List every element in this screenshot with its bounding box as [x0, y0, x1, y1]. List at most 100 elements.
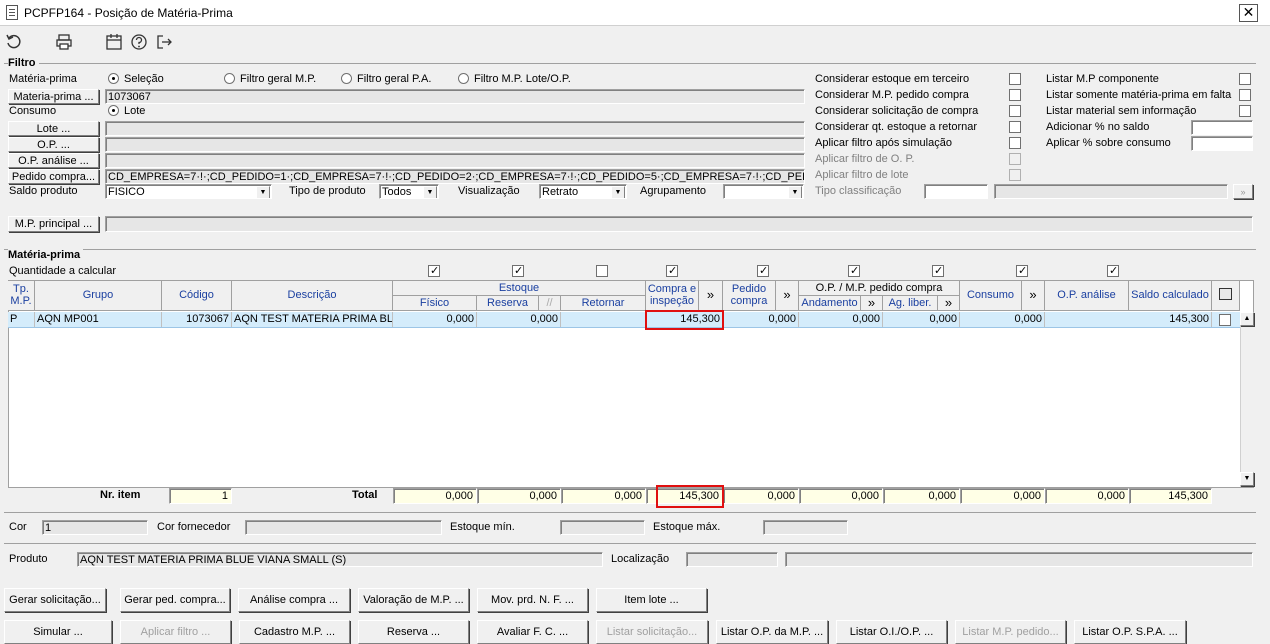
- aplicar-consumo-input[interactable]: [1191, 136, 1253, 151]
- mp-principal-field[interactable]: [105, 216, 1253, 232]
- calc-pedido-checkbox[interactable]: [757, 264, 769, 277]
- materia-prima-field[interactable]: 1073067: [105, 89, 805, 104]
- tipo-classificacao-code-field[interactable]: [924, 184, 988, 199]
- calendar-icon[interactable]: [104, 33, 124, 53]
- aplicar-filtro-button[interactable]: Aplicar filtro ...: [120, 620, 231, 644]
- col-compra-inspecao[interactable]: Compra e inspeção: [646, 281, 699, 311]
- avaliar-fc-button[interactable]: Avaliar F. C. ...: [477, 620, 588, 644]
- row-grupo[interactable]: AQN MP001: [35, 312, 162, 327]
- radio-selecao[interactable]: [108, 73, 119, 84]
- col-op-analise[interactable]: O.P. análise: [1045, 281, 1129, 311]
- chevron-down-icon[interactable]: ▼: [611, 186, 625, 198]
- gerar-ped-compra-button[interactable]: Gerar ped. compra...: [120, 588, 230, 612]
- col-select-all[interactable]: [1212, 281, 1240, 311]
- listar-op-spa-button[interactable]: Listar O.P. S.P.A. ...: [1074, 620, 1186, 644]
- row-ag-liber[interactable]: 0,000: [883, 312, 960, 327]
- op-button[interactable]: O.P. ...: [8, 137, 99, 152]
- col-andamento-expand[interactable]: »: [861, 296, 883, 311]
- calc-consumo-checkbox[interactable]: [1016, 264, 1028, 277]
- tipo-produto-select[interactable]: Todos ▼: [379, 184, 439, 199]
- col-descricao[interactable]: Descrição: [232, 281, 393, 311]
- chevron-down-icon[interactable]: ▼: [256, 186, 270, 198]
- refresh-icon[interactable]: [4, 33, 24, 53]
- opt-listar-mp-componente-checkbox[interactable]: [1239, 73, 1251, 85]
- col-fisico[interactable]: Físico: [393, 296, 477, 311]
- listar-oi-op-button[interactable]: Listar O.I./O.P. ...: [836, 620, 947, 644]
- radio-filtro-geral-pa[interactable]: [341, 73, 352, 84]
- col-reserva[interactable]: Reserva: [477, 296, 539, 311]
- calc-fisico-checkbox[interactable]: [428, 264, 440, 277]
- select-all-icon[interactable]: [1219, 288, 1232, 300]
- op-analise-field[interactable]: [105, 153, 805, 168]
- calc-op-analise-checkbox[interactable]: [1107, 264, 1119, 277]
- materia-prima-button[interactable]: Materia-prima ...: [8, 89, 99, 104]
- analise-compra-button[interactable]: Análise compra ...: [238, 588, 350, 612]
- col-pedido-compra[interactable]: Pedido compra: [723, 281, 776, 311]
- row-tp-mp[interactable]: P: [8, 312, 35, 327]
- col-compra-expand[interactable]: »: [699, 281, 723, 311]
- opt-solicitacao-compra-checkbox[interactable]: [1009, 105, 1021, 117]
- radio-filtro-geral-mp[interactable]: [224, 73, 235, 84]
- col-grupo[interactable]: Grupo: [35, 281, 162, 311]
- close-button[interactable]: ✕: [1239, 4, 1258, 22]
- row-pedido-compra[interactable]: 0,000: [723, 312, 799, 327]
- saldo-produto-select[interactable]: FISICO ▼: [105, 184, 272, 199]
- col-ag-liber-expand[interactable]: »: [938, 296, 960, 311]
- exit-icon[interactable]: [154, 33, 174, 53]
- col-codigo[interactable]: Código: [162, 281, 232, 311]
- radio-lote[interactable]: [108, 105, 119, 116]
- calc-compra-checkbox[interactable]: [666, 264, 678, 277]
- cadastro-mp-button[interactable]: Cadastro M.P. ...: [239, 620, 350, 644]
- scroll-down-button[interactable]: ▼: [1240, 472, 1254, 486]
- pedido-compra-field[interactable]: CD_EMPRESA=7·!·;CD_PEDIDO=1·;CD_EMPRESA=…: [105, 169, 805, 184]
- col-andamento[interactable]: Andamento: [799, 296, 861, 311]
- row-consumo[interactable]: 0,000: [960, 312, 1045, 327]
- row-andamento[interactable]: 0,000: [799, 312, 883, 327]
- chevron-down-icon[interactable]: ▼: [423, 186, 437, 198]
- col-retornar[interactable]: Retornar: [561, 296, 646, 311]
- tipo-classificacao-lookup-button[interactable]: »: [1233, 184, 1253, 199]
- col-pedido-expand[interactable]: »: [776, 281, 799, 311]
- reserva-button[interactable]: Reserva ...: [358, 620, 469, 644]
- mp-principal-button[interactable]: M.P. principal ...: [8, 216, 99, 232]
- col-consumo[interactable]: Consumo: [960, 281, 1022, 311]
- calc-reserva-checkbox[interactable]: [512, 264, 524, 277]
- lote-field[interactable]: [105, 121, 805, 136]
- op-field[interactable]: [105, 137, 805, 152]
- print-icon[interactable]: [54, 33, 74, 53]
- col-consumo-expand[interactable]: »: [1022, 281, 1045, 311]
- row-saldo-calculado[interactable]: 145,300: [1129, 312, 1212, 327]
- lote-button[interactable]: Lote ...: [8, 121, 99, 136]
- listar-solicitacao-button[interactable]: Listar solicitação...: [596, 620, 708, 644]
- listar-mp-pedido-button[interactable]: Listar M.P. pedido...: [955, 620, 1066, 644]
- calc-retornar-checkbox[interactable]: [596, 265, 608, 277]
- op-analise-button[interactable]: O.P. análise ...: [8, 153, 99, 168]
- row-codigo[interactable]: 1073067: [162, 312, 232, 327]
- help-icon[interactable]: [129, 33, 149, 53]
- radio-filtro-mp-lote-op[interactable]: [458, 73, 469, 84]
- agrupamento-select[interactable]: ▼: [723, 184, 804, 199]
- chevron-down-icon[interactable]: ▼: [788, 186, 802, 198]
- calc-andamento-checkbox[interactable]: [848, 264, 860, 277]
- adicionar-saldo-input[interactable]: [1191, 120, 1253, 135]
- opt-estoque-terceiro-checkbox[interactable]: [1009, 73, 1021, 85]
- row-reserva[interactable]: 0,000: [477, 312, 561, 327]
- col-ag-liber[interactable]: Ag. liber.: [883, 296, 938, 311]
- opt-mp-pedido-compra-checkbox[interactable]: [1009, 89, 1021, 101]
- opt-mp-em-falta-checkbox[interactable]: [1239, 89, 1251, 101]
- row-select-checkbox[interactable]: [1219, 314, 1231, 326]
- col-reserva-expand[interactable]: //: [539, 296, 561, 311]
- item-lote-button[interactable]: Item lote ...: [596, 588, 707, 612]
- opt-material-sem-info-checkbox[interactable]: [1239, 105, 1251, 117]
- grid-scrollbar[interactable]: [1240, 312, 1254, 488]
- pedido-compra-button[interactable]: Pedido compra...: [8, 169, 99, 184]
- valoracao-mp-button[interactable]: Valoração de M.P. ...: [358, 588, 469, 612]
- opt-filtro-apos-simulacao-checkbox[interactable]: [1009, 137, 1021, 149]
- row-fisico[interactable]: 0,000: [393, 312, 477, 327]
- opt-qt-estoque-retornar-checkbox[interactable]: [1009, 121, 1021, 133]
- scroll-up-button[interactable]: ▲: [1240, 312, 1254, 326]
- col-saldo-calculado[interactable]: Saldo calculado: [1129, 281, 1212, 311]
- simular-button[interactable]: Simular ...: [4, 620, 112, 644]
- listar-op-da-mp-button[interactable]: Listar O.P. da M.P. ...: [716, 620, 828, 644]
- mov-prd-nf-button[interactable]: Mov. prd. N. F. ...: [477, 588, 588, 612]
